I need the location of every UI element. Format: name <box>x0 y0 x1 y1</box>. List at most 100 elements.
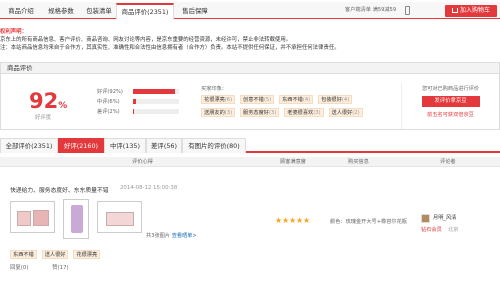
add-to-cart-label: 加入购物车 <box>459 7 490 14</box>
cart-icon <box>451 8 458 13</box>
tag-text: 送朋友的 <box>204 110 225 116</box>
impression-tags: 花很漂亮(6) 创意不错(5) 东西不错(4) 包装很好(4) 送朋友的(3) … <box>201 95 381 121</box>
review-tag: 送人很好 <box>41 250 69 259</box>
impression-tag[interactable]: 东西不错(4) <box>279 95 314 104</box>
bar-label: 好评(92%) <box>97 89 123 95</box>
tag-text: 送人很好 <box>331 110 353 116</box>
purchase-info: 颜色：玫瑰金开大号+橡容尔花瓶 <box>330 218 407 225</box>
reviewer-name[interactable]: 月明_风清 <box>433 214 456 221</box>
tag-count: (5) <box>263 97 272 103</box>
bar-fill <box>133 109 134 114</box>
rate-value: 92 <box>29 89 59 113</box>
double-beans-link[interactable]: 前五名可获双倍京豆 <box>402 111 499 118</box>
phone-icon[interactable] <box>405 6 410 15</box>
impression-tag[interactable]: 送朋友的(3) <box>201 108 236 117</box>
col-purchase: 购买信息 <box>348 159 369 165</box>
photo-box-shape <box>106 212 134 226</box>
star-icon: ★ <box>289 216 297 225</box>
tab-neutral-reviews[interactable]: 中评(135) <box>104 138 146 153</box>
bar-label: 中评(6%) <box>97 99 120 105</box>
impression-tag[interactable]: 老婆很喜欢(3) <box>284 108 324 117</box>
review-photo-1[interactable] <box>10 201 55 233</box>
impression-tag[interactable]: 包装很好(4) <box>318 95 353 104</box>
tag-text: 创意不错 <box>243 97 264 103</box>
bar-fill <box>133 89 176 94</box>
copyright-notice: 权利声明： 京东上的所有商品信息、客户评价、商品咨询、网友讨论等内容，是京东重要… <box>0 28 500 52</box>
tag-count: (2) <box>352 110 360 116</box>
tab-product-intro[interactable]: 商品介绍 <box>0 4 42 19</box>
write-review-hint: 您可对已购商品进行评价 <box>421 86 480 92</box>
member-level: 钻石会员 <box>421 227 442 233</box>
tag-count: (4) <box>341 97 350 103</box>
satisfaction-stars: ★★★★★ <box>275 217 310 225</box>
impression-tag[interactable]: 花很漂亮(6) <box>201 95 236 104</box>
review-photo-2[interactable] <box>63 199 89 239</box>
reviewer-location: 北京 <box>448 227 459 233</box>
col-reviewer: 评论者 <box>440 159 456 165</box>
review-filter-tabs: 全部评价(2351) 好评(2160) 中评(135) 差评(56) 有图片的评… <box>0 138 500 153</box>
write-review-button[interactable]: 发评价拿京豆 <box>421 96 480 107</box>
product-tab-bar: 商品介绍 规格参数 包装清单 商品评价(2351) 售后保障 客户端清单 满59… <box>0 2 500 20</box>
star-icon: ★ <box>296 216 304 225</box>
review-column-header: 评价心得 顾客满意度 购买信息 评论者 <box>0 157 500 167</box>
tag-count: (3) <box>313 110 321 116</box>
photo-count: 共3张图片 查看晒单> <box>146 232 197 239</box>
review-item: 快递给力、服务态度好、东东质量不错 2014-08-12 15:00:38 共3… <box>0 176 500 291</box>
tab-package-list[interactable]: 包装清单 <box>80 4 118 19</box>
tag-text: 包装很好 <box>321 97 342 103</box>
tag-text: 花很漂亮 <box>204 97 225 103</box>
summary-title: 商品评价 <box>1 63 499 74</box>
view-showcase-link[interactable]: 查看晒单> <box>172 233 197 239</box>
color-label: 颜色： <box>330 219 346 225</box>
tag-text: 东西不错 <box>282 97 303 103</box>
bar-label: 差评(2%) <box>97 109 120 115</box>
write-review-box: 您可对已购商品进行评价 发评价拿京豆 前五名可获双倍京豆 <box>401 83 499 129</box>
bar-fill <box>133 99 136 104</box>
review-photo-3[interactable] <box>97 201 142 233</box>
notice-line-2: 注：本站商品信息均来自于合作方，其真实性、准确性和合法性由信息拥有者（合作方）负… <box>0 45 340 51</box>
avatar[interactable] <box>421 214 430 223</box>
tag-count: (4) <box>302 97 311 103</box>
tab-negative-reviews[interactable]: 差评(56) <box>146 138 182 153</box>
impression-tag[interactable]: 送人很好(2) <box>328 108 363 117</box>
bar-track <box>133 89 179 94</box>
tab-after-sale[interactable]: 售后保障 <box>175 4 215 19</box>
tag-count: (3) <box>269 110 277 116</box>
bar-track <box>133 109 179 114</box>
tab-positive-reviews[interactable]: 好评(2160) <box>58 138 104 153</box>
star-icon: ★ <box>275 216 283 225</box>
client-promo-text: 客户端清单 满59减59 <box>345 7 397 13</box>
review-tags: 东西不错 送人很好 花很漂亮 <box>10 250 103 263</box>
photo-box-shape <box>33 210 49 226</box>
review-actions: 回复(0) 赞(17) <box>10 263 91 271</box>
rate-unit: % <box>58 101 68 111</box>
col-satisfaction: 顾客满意度 <box>280 159 306 165</box>
notice-line-1: 京东上的所有商品信息、客户评价、商品咨询、网友讨论等内容，是京东重要的经营资源，… <box>0 37 292 43</box>
bar-track <box>133 99 179 104</box>
notice-title: 权利声明： <box>0 29 27 35</box>
review-text: 快递给力、服务态度好、东东质量不错 <box>10 188 109 194</box>
tag-text: 服务态度好 <box>243 110 269 116</box>
add-to-cart-button[interactable]: 加入购物车 <box>445 5 497 17</box>
impression-tag[interactable]: 创意不错(5) <box>240 95 275 104</box>
star-icon: ★ <box>303 216 311 225</box>
tab-photo-reviews[interactable]: 有图片的评价(80) <box>182 138 246 153</box>
photo-vase-shape <box>71 205 83 233</box>
positive-rate: 92% <box>29 89 67 113</box>
review-tag: 东西不错 <box>10 250 37 259</box>
tab-product-reviews[interactable]: 商品评价(2351) <box>116 3 174 20</box>
color-value: 玫瑰金开大号+橡容尔花瓶 <box>345 219 407 225</box>
star-icon: ★ <box>282 216 290 225</box>
useful-link[interactable]: 赞(17) <box>52 265 68 271</box>
impression-tag[interactable]: 服务态度好(3) <box>240 108 280 117</box>
review-summary: 商品评价 92% 好评度 好评(92%) 中评(6%) 差评(2%) 买家印象：… <box>0 62 500 130</box>
tag-count: (6) <box>224 97 233 103</box>
rate-label: 好评度 <box>35 115 52 121</box>
tab-specs[interactable]: 规格参数 <box>42 4 80 19</box>
review-date: 2014-08-12 15:00:38 <box>120 185 178 191</box>
reply-link[interactable]: 回复(0) <box>10 265 28 271</box>
tag-text: 老婆很喜欢 <box>287 110 314 116</box>
tab-all-reviews[interactable]: 全部评价(2351) <box>0 138 58 153</box>
photo-count-text: 共3张图片 <box>146 233 171 239</box>
photo-box-shape <box>17 211 31 226</box>
